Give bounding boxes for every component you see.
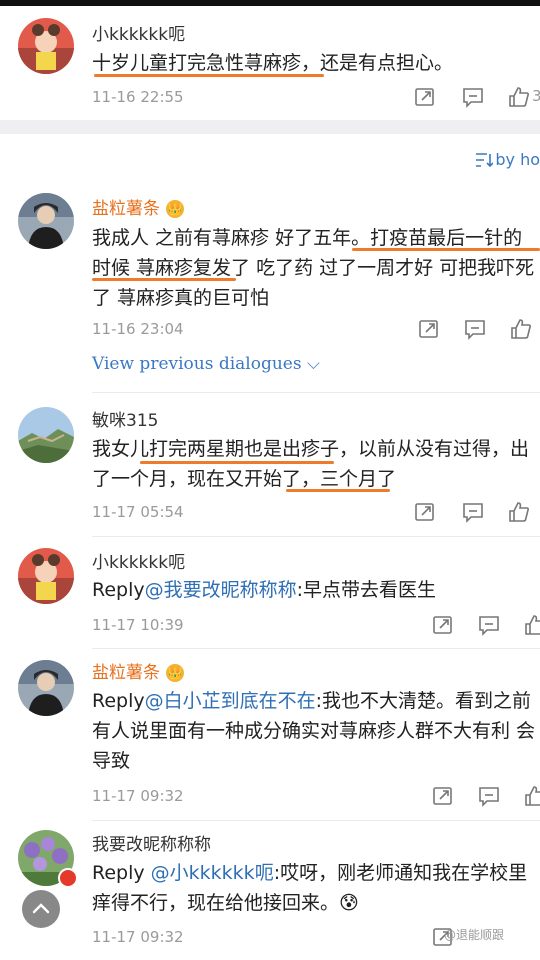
section-separator	[0, 120, 540, 134]
avatar[interactable]	[18, 18, 74, 74]
highlight-underline	[286, 489, 390, 492]
highlight-underline	[352, 248, 540, 251]
sort-icon	[475, 152, 495, 172]
comment-icon[interactable]	[464, 318, 486, 340]
username[interactable]: 我要改昵称称称	[92, 830, 211, 855]
like-count: 3	[532, 87, 540, 105]
comment-icon[interactable]	[478, 785, 500, 807]
timestamp: 11-17 09:32	[92, 787, 184, 805]
comment-actions	[414, 501, 540, 525]
username[interactable]: 盐粒薯条 👑	[92, 194, 184, 219]
share-icon[interactable]	[418, 318, 440, 340]
like-icon[interactable]	[524, 614, 540, 636]
mention-link[interactable]: @白小芷到底在不在	[145, 690, 316, 712]
timestamp: 11-17 05:54	[92, 503, 184, 521]
reply-prefix: Reply	[92, 690, 145, 712]
comment-text: 我成人 之前有荨麻疹 好了五年。打疫苗最后一针的时候 荨麻疹复发了 吃了药 过了…	[92, 227, 535, 309]
comment-icon[interactable]	[462, 86, 484, 108]
comment-page: 小kkkkkk呃 十岁儿童打完急性荨麻疹，还是有点担心。 11-16 22:55…	[0, 0, 540, 960]
reply-prefix: Reply	[92, 862, 151, 884]
timestamp: 11-17 10:39	[92, 616, 184, 634]
like-icon[interactable]	[508, 86, 530, 108]
comment-actions	[418, 318, 540, 342]
like-icon[interactable]	[508, 501, 530, 523]
timestamp: 11-16 23:04	[92, 320, 184, 338]
divider	[92, 392, 540, 393]
timestamp: 11-17 09:32	[92, 928, 184, 946]
back-to-top-icon	[32, 903, 50, 914]
comment-icon[interactable]	[478, 614, 500, 636]
like-icon[interactable]	[510, 318, 532, 340]
view-previous-dialogues[interactable]: View previous dialogues ⌵	[92, 354, 320, 374]
mention-link[interactable]: @我要改昵称称称	[145, 579, 297, 601]
reply-prefix: Reply	[92, 579, 145, 601]
comment-icon[interactable]	[462, 501, 484, 523]
highlight-underline	[92, 278, 236, 281]
username[interactable]: 盐粒薯条 👑	[92, 658, 184, 683]
comment-actions	[432, 785, 540, 809]
sort-label: by ho	[495, 150, 540, 169]
share-icon[interactable]	[414, 86, 436, 108]
username[interactable]: 小kkkkkk呃	[92, 548, 185, 573]
avatar[interactable]	[18, 548, 74, 604]
avatar[interactable]	[18, 193, 74, 249]
comment-text: Reply@白小芷到底在不在:我也不大清楚。看到之前有人说里面有一种成分确实对荨…	[92, 686, 536, 776]
timestamp: 11-16 22:55	[92, 88, 184, 106]
share-icon[interactable]	[432, 785, 454, 807]
avatar[interactable]	[18, 407, 74, 463]
username[interactable]: 敏咪315	[92, 406, 158, 431]
comment-text: 我女儿打完两星期也是出疹子，以前从没有过得，出了一个月，现在又开始了，三个月了	[92, 438, 530, 490]
username[interactable]: 小kkkkkk呃	[92, 20, 185, 45]
share-icon[interactable]	[432, 614, 454, 636]
comment-actions	[432, 614, 540, 638]
mention-link[interactable]: @小kkkkkk呃	[151, 862, 274, 884]
divider	[92, 648, 540, 649]
like-icon[interactable]	[524, 785, 540, 807]
back-to-top-button[interactable]	[22, 890, 60, 928]
divider	[92, 536, 540, 537]
divider	[92, 820, 540, 821]
reply-body: :早点带去看医生	[296, 579, 437, 601]
vip-crown-icon: 👑	[166, 200, 184, 218]
status-strip	[0, 0, 540, 6]
highlight-underline	[140, 461, 334, 464]
share-icon[interactable]	[414, 501, 436, 523]
avatar[interactable]	[18, 660, 74, 716]
comment-text: Reply@我要改昵称称称:早点带去看医生	[92, 575, 536, 605]
comment-text: Reply @小kkkkkk呃:哎呀，刚老师通知我在学校里痒得不行，现在给他接回…	[92, 858, 536, 918]
vip-crown-icon: 👑	[166, 664, 184, 682]
watermark: @退能顺跟	[444, 928, 505, 942]
comment-actions: 3	[414, 86, 540, 110]
verified-badge-icon	[58, 868, 78, 888]
highlight-underline	[94, 74, 324, 77]
sort-toggle[interactable]: by ho	[475, 150, 540, 172]
